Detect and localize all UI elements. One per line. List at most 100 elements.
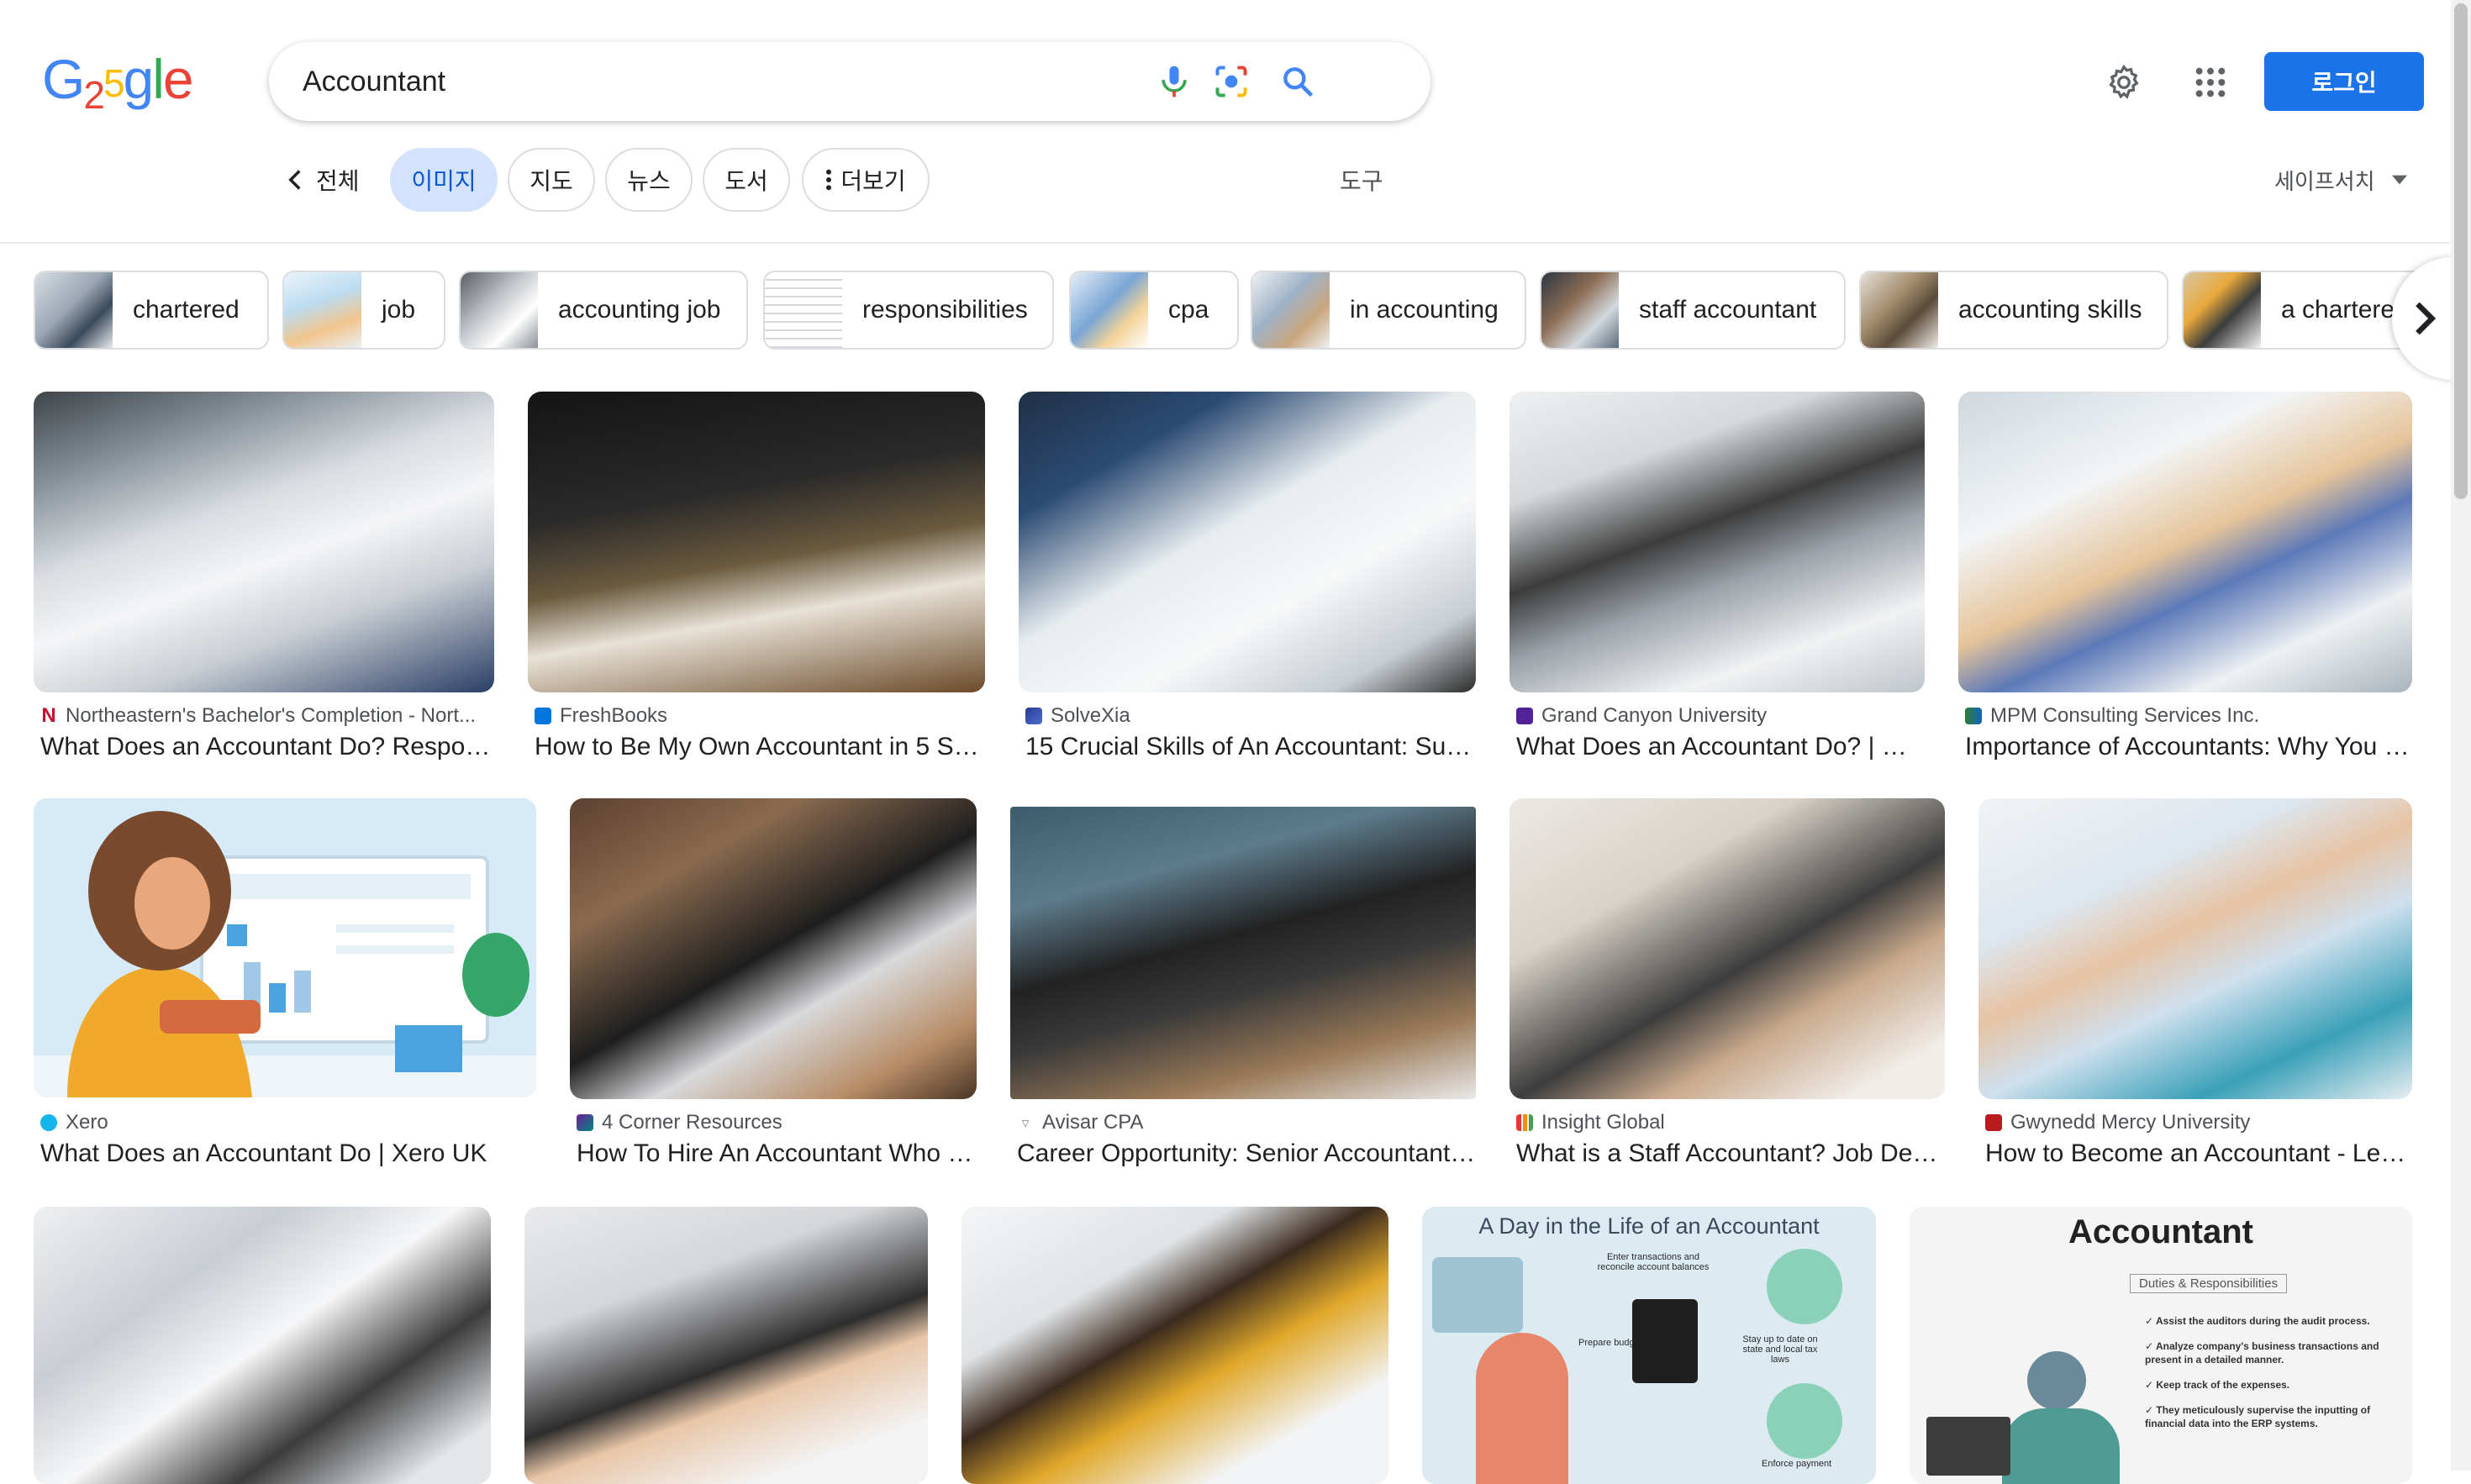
- chip-label: accounting skills: [1958, 296, 2142, 324]
- chip-label: chartered: [133, 296, 240, 324]
- result-source[interactable]: SolveXia: [1025, 704, 1476, 728]
- chip-in-accounting[interactable]: in accounting: [1251, 271, 1526, 350]
- infographic-circle: [1767, 1383, 1842, 1459]
- xero-favicon-icon: [40, 1114, 57, 1131]
- result-source-label: Xero: [66, 1111, 108, 1134]
- chip-accounting-skills[interactable]: accounting skills: [1859, 271, 2168, 350]
- caret-down-icon: [2391, 175, 2407, 185]
- result-image[interactable]: [34, 392, 494, 692]
- tools-button[interactable]: 도구: [1340, 148, 1383, 212]
- chip-accounting-job[interactable]: accounting job: [459, 271, 748, 350]
- result-source[interactable]: ▿ Avisar CPA: [1017, 1111, 1476, 1134]
- google-logo[interactable]: G25gle: [42, 48, 194, 117]
- chip-label: a chartere: [2281, 296, 2395, 324]
- result-source[interactable]: Grand Canyon University: [1516, 704, 1925, 728]
- gear-icon[interactable]: [2105, 64, 2142, 101]
- gcu-favicon-icon: [1516, 708, 1533, 724]
- chip-thumbnail: [765, 272, 842, 348]
- search-input[interactable]: [303, 42, 1143, 121]
- chip-label: staff accountant: [1639, 296, 1817, 324]
- result-title[interactable]: What is a Staff Accountant? Job Des...: [1516, 1139, 1945, 1168]
- result-title[interactable]: What Does an Accountant Do? | GC...: [1516, 733, 1925, 761]
- safesearch-button[interactable]: 세이프서치: [2274, 148, 2407, 212]
- result-source[interactable]: Xero: [40, 1111, 536, 1134]
- result-image[interactable]: [570, 798, 977, 1099]
- result-title[interactable]: What Does an Accountant Do? Respons...: [40, 733, 494, 761]
- safesearch-label: 세이프서치: [2274, 168, 2375, 194]
- infographic-text: Enter transactions and reconcile account…: [1597, 1252, 1710, 1272]
- tab-more[interactable]: 더보기: [802, 148, 930, 212]
- tab-more-label: 더보기: [840, 168, 906, 194]
- tab-images[interactable]: 이미지: [390, 148, 498, 212]
- result-title[interactable]: Career Opportunity: Senior Accountant - …: [1017, 1139, 1476, 1168]
- chip-cpa[interactable]: cpa: [1069, 271, 1239, 350]
- camera-lens-icon[interactable]: [1213, 63, 1250, 100]
- result-source[interactable]: Gwynedd Mercy University: [1985, 1111, 2412, 1134]
- result-source-label: Avisar CPA: [1042, 1111, 1144, 1134]
- result-title[interactable]: 15 Crucial Skills of An Accountant: Suc.…: [1025, 733, 1476, 761]
- search-box: [269, 42, 1430, 121]
- chip-label: accounting job: [558, 296, 721, 324]
- scrollbar-thumb[interactable]: [2454, 3, 2468, 499]
- insight-global-favicon-icon: [1516, 1114, 1533, 1131]
- search-icon[interactable]: [1279, 63, 1316, 100]
- result-image[interactable]: [34, 798, 536, 1097]
- chip-label: responsibilities: [862, 296, 1028, 324]
- result-source-label: Gwynedd Mercy University: [2010, 1111, 2251, 1134]
- chevron-left-icon: [288, 170, 301, 190]
- tab-maps[interactable]: 지도: [508, 148, 595, 212]
- chip-job[interactable]: job: [282, 271, 445, 350]
- northeastern-favicon-icon: N: [40, 704, 57, 727]
- tab-all-label: 전체: [316, 168, 360, 194]
- freshbooks-favicon-icon: [535, 708, 551, 724]
- infographic-title: A Day in the Life of an Accountant: [1478, 1213, 1820, 1239]
- infographic-monitor: [1632, 1299, 1698, 1383]
- result-title[interactable]: Importance of Accountants: Why You S...: [1965, 733, 2412, 761]
- result-source[interactable]: Insight Global: [1516, 1111, 1945, 1134]
- result-source-label: FreshBooks: [560, 704, 668, 727]
- apps-grid-icon[interactable]: [2194, 66, 2227, 99]
- tab-books[interactable]: 도서: [703, 148, 790, 212]
- chip-staff-accountant[interactable]: staff accountant: [1540, 271, 1846, 350]
- chip-thumbnail: [284, 272, 361, 348]
- xero-illustration: [34, 798, 536, 1097]
- chip-label: job: [382, 296, 416, 324]
- tab-all-back[interactable]: 전체: [286, 148, 360, 212]
- infographic-bullet: They meticulously supervise the inputtin…: [2145, 1404, 2371, 1429]
- result-image[interactable]: A Day in the Life of an Accountant Enter…: [1422, 1207, 1876, 1484]
- login-button[interactable]: 로그인: [2264, 52, 2424, 111]
- tab-news[interactable]: 뉴스: [605, 148, 693, 212]
- result-source-label: SolveXia: [1051, 704, 1130, 727]
- result-source[interactable]: 4 Corner Resources: [577, 1111, 977, 1134]
- result-title[interactable]: How to Be My Own Accountant in 5 Ste...: [535, 733, 985, 761]
- chip-label: in accounting: [1350, 296, 1499, 324]
- chip-responsibilities[interactable]: responsibilities: [763, 271, 1054, 350]
- gwynedd-favicon-icon: [1985, 1114, 2002, 1131]
- chip-thumbnail: [461, 272, 538, 348]
- result-image[interactable]: [962, 1207, 1388, 1484]
- result-source[interactable]: MPM Consulting Services Inc.: [1965, 704, 2412, 728]
- mic-icon[interactable]: [1156, 63, 1193, 100]
- result-image[interactable]: [34, 1207, 491, 1484]
- avisar-favicon-icon: ▿: [1017, 1114, 1034, 1131]
- corner-resources-favicon-icon: [577, 1114, 593, 1131]
- result-image[interactable]: [1509, 392, 1925, 692]
- result-title[interactable]: How To Hire An Accountant Who Is...: [577, 1139, 977, 1168]
- result-title[interactable]: What Does an Accountant Do | Xero UK: [40, 1139, 536, 1168]
- result-image[interactable]: [1019, 392, 1476, 692]
- chip-label: cpa: [1168, 296, 1209, 324]
- result-title[interactable]: How to Become an Accountant - Lear...: [1985, 1139, 2412, 1168]
- result-image[interactable]: [1958, 392, 2412, 692]
- result-image[interactable]: [524, 1207, 928, 1484]
- result-source[interactable]: N Northeastern's Bachelor's Completion -…: [40, 704, 494, 728]
- result-source-label: Northeastern's Bachelor's Completion - N…: [66, 704, 477, 727]
- result-source[interactable]: FreshBooks: [535, 704, 985, 728]
- more-vert-icon: [826, 169, 832, 191]
- result-image[interactable]: [1010, 807, 1476, 1099]
- result-image[interactable]: [1978, 798, 2412, 1099]
- result-image[interactable]: Accountant Duties & Responsibilities ✓ A…: [1910, 1207, 2412, 1484]
- result-image[interactable]: [528, 392, 985, 692]
- chip-chartered[interactable]: chartered: [34, 271, 269, 350]
- result-image[interactable]: [1509, 798, 1945, 1099]
- infographic-title: Accountant: [2068, 1213, 2253, 1250]
